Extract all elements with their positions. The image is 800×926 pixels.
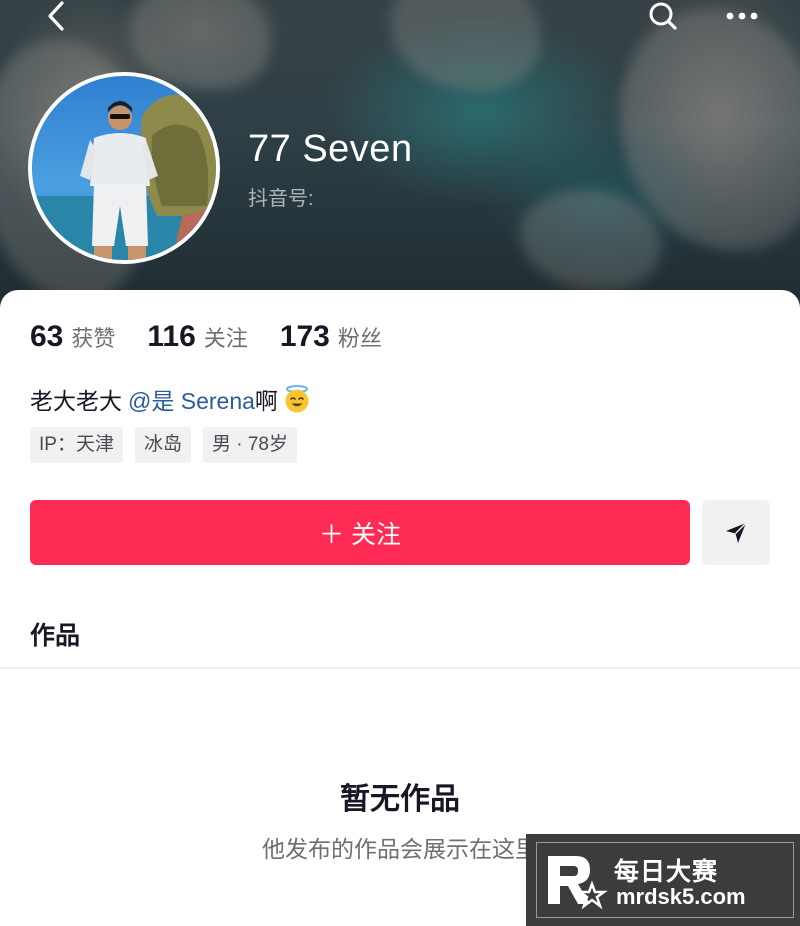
- stat-likes-value: 63: [30, 320, 64, 353]
- tag-country: 冰岛: [134, 427, 191, 463]
- tag-ip-location: IP：天津: [30, 427, 123, 463]
- tab-works[interactable]: 作品: [30, 616, 80, 652]
- search-icon: [649, 2, 677, 30]
- profile-nickname: 77 Seven: [248, 128, 413, 170]
- stat-likes-label: 获赞: [71, 326, 116, 351]
- tag-gender-age: 男 · 78岁: [202, 427, 297, 463]
- bio-text: 老大老大: [30, 388, 122, 414]
- stat-followers-value: 173: [279, 320, 330, 353]
- bio-mention-tail: 啊: [254, 388, 278, 414]
- stat-following[interactable]: 116 关注: [147, 320, 247, 354]
- more-button[interactable]: [724, 4, 760, 28]
- watermark-en-text: mrdsk5.com: [616, 884, 746, 909]
- back-button[interactable]: [38, 0, 78, 34]
- avatar-photo: [32, 76, 216, 260]
- profile-cover: 77 Seven 抖音号:: [0, 0, 800, 320]
- profile-card: 63 获赞 116 关注 173 粉丝 老大老大 @是 Serena 啊 IP：…: [0, 290, 800, 926]
- follow-button[interactable]: ＋ 关注: [30, 500, 690, 565]
- smiling-face-with-halo-icon: [285, 385, 309, 413]
- profile-stats: 63 获赞 116 关注 173 粉丝: [30, 320, 414, 354]
- watermark-overlay: 每日大赛 mrdsk5.com: [526, 834, 800, 926]
- chevron-left-icon: [48, 1, 64, 31]
- douyin-id-label[interactable]: 抖音号:: [248, 182, 314, 211]
- empty-state-title: 暂无作品: [340, 783, 460, 816]
- stat-followers[interactable]: 173 粉丝: [280, 320, 382, 354]
- send-icon: [726, 522, 747, 543]
- share-button[interactable]: [702, 500, 770, 565]
- avatar[interactable]: [28, 72, 220, 264]
- bio-mention-link[interactable]: @是 Serena: [128, 382, 255, 416]
- search-button[interactable]: [645, 0, 681, 34]
- profile-bio: 老大老大 @是 Serena 啊: [30, 382, 312, 416]
- more-dots-icon: [726, 12, 758, 20]
- tab-divider: [0, 667, 800, 669]
- stat-likes[interactable]: 63 获赞: [30, 320, 115, 354]
- stat-followers-label: 粉丝: [337, 326, 382, 351]
- watermark-logo-icon: [548, 856, 608, 910]
- watermark-cn-text: 每日大赛: [614, 858, 719, 886]
- stat-following-value: 116: [147, 320, 196, 353]
- stat-following-label: 关注: [203, 326, 248, 351]
- profile-tags: IP：天津 冰岛 男 · 78岁: [30, 427, 309, 463]
